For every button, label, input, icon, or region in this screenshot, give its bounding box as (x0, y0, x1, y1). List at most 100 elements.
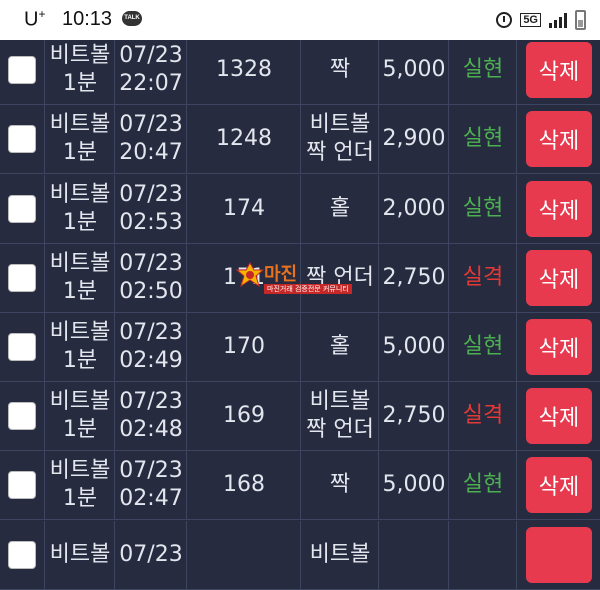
alarm-icon (496, 12, 513, 28)
action-cell: 삭제 (516, 105, 600, 174)
row-checkbox-cell (0, 521, 44, 589)
row-checkbox-cell (0, 244, 44, 312)
result-status: 실격 (462, 403, 504, 429)
game-cell: 비트볼1분 (44, 382, 115, 451)
pick-line-1: 홀 (329, 334, 351, 359)
game-cell: 비트볼1분 (44, 243, 115, 312)
row-checkbox[interactable] (8, 56, 36, 85)
row-checkbox[interactable] (8, 471, 36, 500)
delete-button[interactable]: 삭제 (526, 42, 592, 99)
result-status: 실현 (462, 195, 504, 221)
bet-time: 20:47 (119, 140, 183, 166)
pick-line-1: 비트볼 (309, 389, 371, 415)
action-cell: 삭제 (516, 382, 600, 451)
datetime-cell: 07/23 02:47 (114, 451, 187, 520)
amount-cell: 2,900 (378, 105, 449, 174)
result-cell: 실격 (448, 243, 517, 312)
action-cell: 삭제 (516, 313, 600, 381)
delete-button[interactable] (526, 526, 592, 583)
bet-time: 02:50 (119, 278, 183, 304)
datetime-cell: 07/23 02:53 (114, 174, 187, 243)
amount-cell (378, 520, 449, 589)
table-row: 비트볼 1분 07/23 02:49 170 홀 5,000 실현 삭제 (0, 313, 600, 382)
row-checkbox[interactable] (8, 333, 36, 361)
game-cell: 비트볼1분 (44, 36, 115, 105)
datetime-cell: 07/23 02:50 (114, 243, 187, 312)
game-name: 비트볼 (49, 320, 111, 345)
battery-icon (575, 10, 586, 30)
result-cell: 실현 (448, 313, 517, 381)
round-cell: 1248 (186, 105, 301, 174)
pick-line-1: 짝 (329, 472, 351, 498)
delete-button[interactable]: 삭제 (526, 180, 592, 237)
table-row: 비트볼 1분 07/23 20:47 1248 비트볼 짝 언더 2,900 실현 삭제 (0, 105, 600, 175)
result-status: 실현 (462, 57, 504, 83)
amount-cell: 2,750 (378, 382, 449, 451)
pick-line-1: 비트볼 (309, 541, 371, 567)
bet-date: 07/23 (119, 541, 183, 567)
pick-line-1: 비트볼 (309, 112, 371, 138)
result-status: 실현 (462, 334, 504, 359)
result-cell: 실현 (448, 105, 517, 174)
clock: 10:13 (62, 8, 113, 30)
datetime-cell: 07/23 02:48 (114, 382, 187, 451)
result-cell: 실현 (448, 451, 517, 520)
game-cell: 비트볼1분 (44, 313, 115, 381)
result-cell: 실현 (448, 36, 517, 105)
delete-button[interactable]: 삭제 (526, 319, 592, 375)
signal-icon (549, 12, 567, 28)
bet-amount: 5,000 (382, 472, 446, 498)
round-cell: 169 (186, 382, 301, 451)
round-number: 1328 (216, 57, 272, 83)
row-checkbox[interactable] (8, 125, 36, 154)
game-interval: 1분 (62, 71, 98, 97)
bet-date: 07/23 (119, 320, 183, 345)
amount-cell: 2,750 (378, 243, 449, 312)
game-cell: 비트볼1분 (44, 105, 115, 174)
delete-button[interactable]: 삭제 (526, 457, 592, 514)
row-checkbox[interactable] (8, 402, 36, 431)
delete-button[interactable]: 삭제 (526, 388, 592, 445)
row-checkbox-cell (0, 105, 44, 173)
round-cell: 174 (186, 174, 301, 243)
row-checkbox-cell (0, 313, 44, 381)
status-bar: U+ 10:13 TALK 5G (0, 0, 600, 40)
bet-time: 02:53 (119, 209, 183, 235)
result-cell: 실현 (448, 174, 517, 243)
pick-cell: 홀 (300, 313, 379, 381)
result-status: 실격 (462, 264, 504, 290)
round-cell: 171 (186, 243, 301, 312)
row-checkbox-cell (0, 382, 44, 450)
row-checkbox[interactable] (8, 540, 36, 569)
row-checkbox[interactable] (8, 263, 36, 292)
round-number: 171 (223, 264, 265, 290)
result-status: 실현 (462, 126, 504, 152)
bet-date: 07/23 (119, 389, 183, 415)
result-cell: 실격 (448, 382, 517, 451)
row-checkbox[interactable] (8, 194, 36, 223)
round-number: 170 (223, 334, 265, 359)
action-cell (516, 520, 600, 589)
pick-line-1: 짝 (329, 57, 351, 83)
delete-button[interactable]: 삭제 (526, 111, 592, 168)
round-cell: 170 (186, 313, 301, 381)
bet-amount: 2,900 (382, 126, 446, 152)
game-interval: 1분 (62, 486, 98, 512)
game-name: 비트볼 (49, 181, 111, 207)
delete-button[interactable]: 삭제 (526, 249, 592, 306)
result-status: 실현 (462, 472, 504, 498)
pick-cell: 비트볼 짝 언더 (300, 105, 379, 174)
action-cell: 삭제 (516, 243, 600, 312)
pick-cell: 짝 (300, 36, 379, 105)
bet-date: 07/23 (119, 181, 183, 207)
game-name: 비트볼 (49, 458, 111, 484)
game-name: 비트볼 (49, 112, 111, 138)
game-interval: 1분 (62, 278, 98, 304)
game-name: 비트볼 (49, 389, 111, 415)
action-cell: 삭제 (516, 36, 600, 105)
kakaotalk-icon: TALK (122, 11, 142, 26)
pick-line-2: 짝 언더 (306, 417, 374, 443)
bet-date: 07/23 (119, 112, 183, 138)
bet-amount: 2,750 (382, 403, 446, 429)
game-interval: 1분 (62, 140, 98, 166)
